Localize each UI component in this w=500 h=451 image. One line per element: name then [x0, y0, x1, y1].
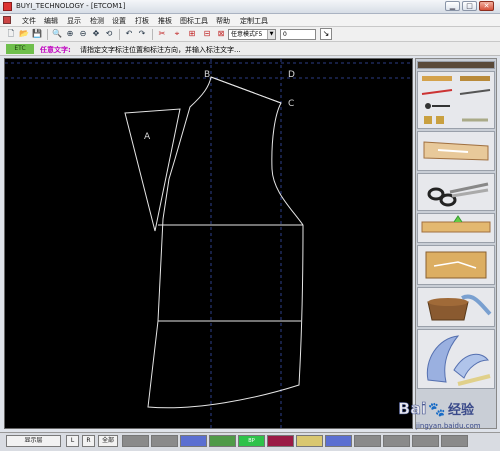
new-file-icon[interactable]: 🗋	[6, 29, 16, 39]
watermark-domain: jingyan.baidu.com	[415, 422, 481, 430]
toolbar-separator	[47, 29, 48, 40]
layer-swatch[interactable]	[296, 435, 323, 447]
menu-view[interactable]: 显示	[67, 16, 81, 26]
scissors-icon	[427, 182, 489, 207]
scissors-tool[interactable]	[417, 173, 495, 211]
menu-grading[interactable]: 推板	[158, 16, 172, 26]
layer-swatch[interactable]	[383, 435, 410, 447]
curve-rulers-tool[interactable]	[417, 329, 495, 389]
status-badge: ETC	[6, 44, 34, 54]
chevron-down-icon[interactable]: ▼	[267, 30, 275, 39]
point-label-a: A	[144, 132, 151, 142]
shoulder-line	[210, 76, 282, 104]
pointer-tool-icon[interactable]: ↘	[320, 28, 332, 40]
panel-header	[417, 61, 495, 69]
number-input[interactable]: 0	[280, 29, 316, 40]
menu-icon-tools[interactable]: 图标工具	[180, 16, 208, 26]
minimize-button[interactable]: ▁	[445, 1, 460, 11]
toolbar-separator	[119, 29, 120, 40]
pattern-block-tool[interactable]	[417, 245, 495, 285]
toolbar-separator	[152, 29, 153, 40]
watermark: Bai 🐾 经验 jingyan.baidu.com	[396, 392, 496, 432]
watermark-brand: Bai	[398, 399, 426, 418]
point-icon[interactable]: ⌖	[172, 29, 182, 39]
undo-icon[interactable]: ↶	[124, 29, 134, 39]
display-layer-button[interactable]: 显示层	[6, 435, 61, 447]
menu-file[interactable]: 文件	[22, 16, 36, 26]
menu-edit[interactable]: 编辑	[44, 16, 58, 26]
ruler-notch-icon	[421, 215, 491, 233]
ruler-notch-tool[interactable]	[417, 213, 495, 243]
baidu-jingyan-logo: Bai 🐾 经验 jingyan.baidu.com	[398, 399, 481, 430]
zoom-icon[interactable]: 🔍	[52, 29, 62, 39]
thread-basket-icon	[427, 294, 492, 321]
layer-swatch[interactable]: BP	[238, 435, 265, 447]
mode-select-value: 任意模式F5	[231, 31, 263, 38]
layer-swatch[interactable]	[441, 435, 468, 447]
layer-swatch[interactable]	[122, 435, 149, 447]
tape-measure-tool[interactable]	[417, 71, 495, 129]
menu-custom-tools[interactable]: 定制工具	[240, 16, 268, 26]
point-label-c: C	[288, 99, 294, 109]
point-label-b: B	[204, 70, 210, 80]
mode-select[interactable]: 任意模式F5 ▼	[228, 29, 276, 40]
layer-swatch[interactable]	[151, 435, 178, 447]
tool-panel	[415, 58, 497, 429]
pattern-piece-tool[interactable]	[417, 131, 495, 171]
hint-text: 请指定文字标注位置和标注方向，并输入标注文字...	[80, 46, 241, 54]
zoom-in-icon[interactable]: ⊕	[65, 29, 75, 39]
thread-basket-tool[interactable]	[417, 287, 495, 327]
layer-swatch[interactable]	[325, 435, 352, 447]
all-button[interactable]: 全部	[98, 435, 118, 447]
title-bar: BUYI_TECHNOLOGY - [ETCOM1] ▁ □ ✕	[0, 0, 500, 14]
point-box-icon[interactable]: ⊠	[216, 29, 226, 39]
menu-pattern[interactable]: 打板	[135, 16, 149, 26]
redo-icon[interactable]: ↷	[137, 29, 147, 39]
hint-bar: ETC 任意文字: 请指定文字标注位置和标注方向，并输入标注文字...	[0, 42, 500, 56]
zoom-out-icon[interactable]: ⊖	[78, 29, 88, 39]
document-icon	[3, 16, 11, 24]
bottom-bar: 显示层 L R 全部 BP	[0, 432, 500, 451]
app-icon	[3, 2, 12, 11]
add-point-icon[interactable]: ⊞	[187, 29, 197, 39]
hint-label: 任意文字:	[40, 46, 71, 54]
point-label-d: D	[288, 70, 295, 80]
layer-swatch[interactable]	[209, 435, 236, 447]
open-folder-icon[interactable]: 📂	[19, 29, 29, 39]
pattern-outline	[147, 76, 304, 409]
menu-bar: 文件 编辑 显示 检测 设置 打板 推板 图标工具 帮助 定制工具	[0, 14, 500, 27]
layer-swatch[interactable]	[412, 435, 439, 447]
pattern-drawing: A B C D	[5, 59, 412, 428]
layer-swatch[interactable]	[180, 435, 207, 447]
layer-swatch[interactable]	[267, 435, 294, 447]
refresh-icon[interactable]: ⟲	[104, 29, 114, 39]
watermark-jingyan: 经验	[448, 402, 475, 418]
menu-check[interactable]: 检测	[90, 16, 104, 26]
pan-icon[interactable]: ✥	[91, 29, 101, 39]
r-button[interactable]: R	[82, 435, 95, 447]
drawing-canvas[interactable]: A B C D	[4, 58, 413, 429]
menu-help[interactable]: 帮助	[216, 16, 230, 26]
close-button[interactable]: ✕	[479, 1, 494, 11]
menu-settings[interactable]: 设置	[112, 16, 126, 26]
layer-swatch[interactable]	[354, 435, 381, 447]
maximize-button[interactable]: □	[462, 1, 477, 11]
l-button[interactable]: L	[66, 435, 79, 447]
curve-rulers-icon	[426, 335, 491, 386]
cut-icon[interactable]: ✂	[157, 29, 167, 39]
paw-icon: 🐾	[428, 402, 445, 418]
pattern-block-icon	[425, 251, 487, 279]
remove-point-icon[interactable]: ⊟	[202, 29, 212, 39]
save-icon[interactable]: 💾	[32, 29, 42, 39]
toolbar: 🗋 📂 💾 🔍 ⊕ ⊖ ✥ ⟲ ↶ ↷ ✂ ⌖ ⊞ ⊟ ⊠ 任意模式F5 ▼ 0…	[0, 27, 500, 42]
tape-measure-icon	[421, 76, 491, 124]
pattern-piece-icon	[423, 141, 489, 161]
window-title: BUYI_TECHNOLOGY - [ETCOM1]	[16, 2, 126, 10]
